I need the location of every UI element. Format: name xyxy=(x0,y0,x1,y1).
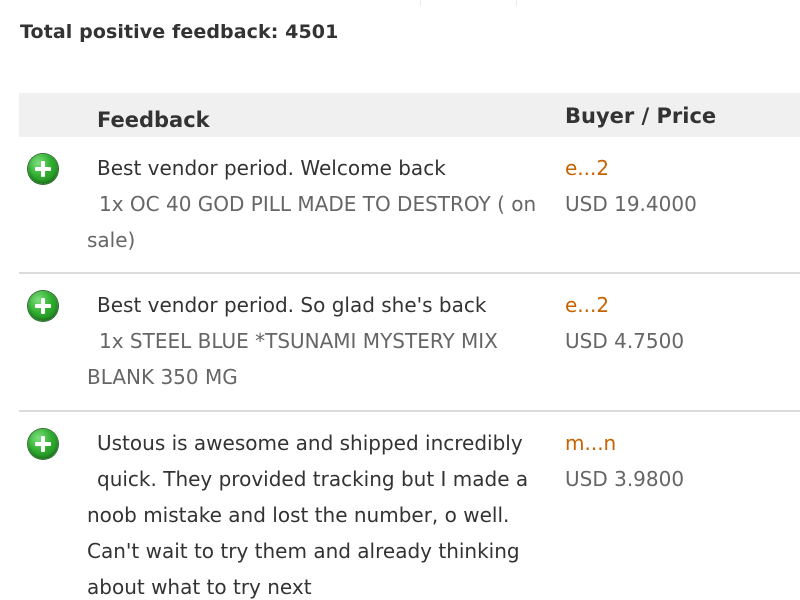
table-row: Best vendor period. So glad she's back 1… xyxy=(19,274,800,412)
price-value: USD 3.9800 xyxy=(565,467,685,491)
feedback-item: 1x STEEL BLUE *TSUNAMI MYSTERY MIX xyxy=(99,329,498,353)
positive-plus-icon xyxy=(28,291,58,321)
feedback-table: Feedback Buyer / Price Best vendor perio… xyxy=(19,93,800,600)
column-header-feedback: Feedback xyxy=(97,108,210,132)
table-row: Best vendor period. Welcome back 1x OC 4… xyxy=(19,137,800,274)
summary-label: Total positive feedback: xyxy=(20,21,279,43)
column-header-buyer-price: Buyer / Price xyxy=(565,104,717,128)
feedback-comment: quick. They provided tracking but I made… xyxy=(97,467,529,491)
summary-count: 4501 xyxy=(285,21,339,43)
positive-plus-icon xyxy=(28,429,58,459)
buyer-price-cell: e...2 USD 19.4000 xyxy=(565,150,697,222)
feedback-cell: Best vendor period. Welcome back 1x OC 4… xyxy=(87,150,549,258)
feedback-comment: Best vendor period. So glad she's back xyxy=(97,293,487,317)
table-header: Feedback Buyer / Price xyxy=(19,93,800,137)
feedback-page: Total positive feedback: 4501 Feedback B… xyxy=(0,0,800,600)
buyer-link[interactable]: e...2 xyxy=(565,150,697,186)
feedback-comment: Ustous is awesome and shipped incredibly xyxy=(97,431,523,455)
feedback-cell: Best vendor period. So glad she's back 1… xyxy=(87,287,549,395)
buyer-price-cell: e...2 USD 4.7500 xyxy=(565,287,684,359)
feedback-comment: Can't wait to try them and already think… xyxy=(87,539,520,563)
buyer-price-cell: m...n USD 3.9800 xyxy=(565,425,684,497)
feedback-comment: Best vendor period. Welcome back xyxy=(97,156,446,180)
positive-plus-icon xyxy=(28,154,58,184)
buyer-link[interactable]: e...2 xyxy=(565,287,684,323)
feedback-cell: Ustous is awesome and shipped incredibly… xyxy=(87,425,549,600)
buyer-link[interactable]: m...n xyxy=(565,425,684,461)
top-divider xyxy=(420,0,517,6)
price-value: USD 4.7500 xyxy=(565,329,685,353)
feedback-comment: noob mistake and lost the number, o well… xyxy=(87,503,510,527)
feedback-item-cont: BLANK 350 MG xyxy=(87,365,238,389)
feedback-item-cont: sale) xyxy=(87,228,136,252)
feedback-item: 1x OC 40 GOD PILL MADE TO DESTROY ( on xyxy=(99,192,537,216)
table-row: Ustous is awesome and shipped incredibly… xyxy=(19,412,800,600)
total-positive-feedback: Total positive feedback: 4501 xyxy=(20,21,338,43)
price-value: USD 19.4000 xyxy=(565,192,697,216)
feedback-comment: about what to try next xyxy=(87,575,312,599)
